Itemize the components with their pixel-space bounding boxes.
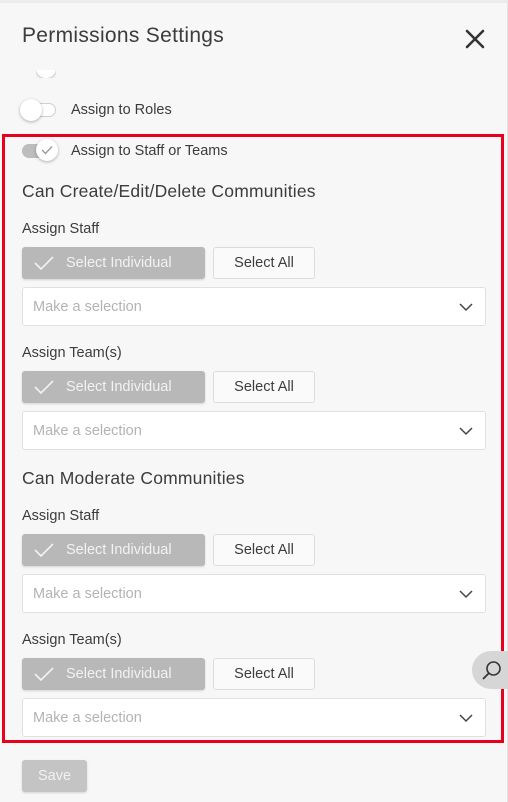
save-button[interactable]: Save	[22, 760, 87, 792]
assign-roles-toggle[interactable]	[20, 99, 56, 121]
top-divider	[0, 0, 508, 3]
search-icon	[482, 661, 501, 680]
close-button[interactable]	[462, 26, 488, 52]
highlight-box	[2, 134, 504, 743]
scrolled-toggle-knob[interactable]	[36, 70, 56, 78]
page-title: Permissions Settings	[22, 24, 225, 47]
assign-roles-row: Assign to Roles	[20, 98, 172, 122]
close-icon	[462, 26, 488, 52]
permissions-settings-panel: Permissions Settings Assign to Roles Ass…	[0, 0, 508, 802]
search-button[interactable]	[472, 651, 508, 689]
assign-roles-label: Assign to Roles	[71, 102, 172, 118]
